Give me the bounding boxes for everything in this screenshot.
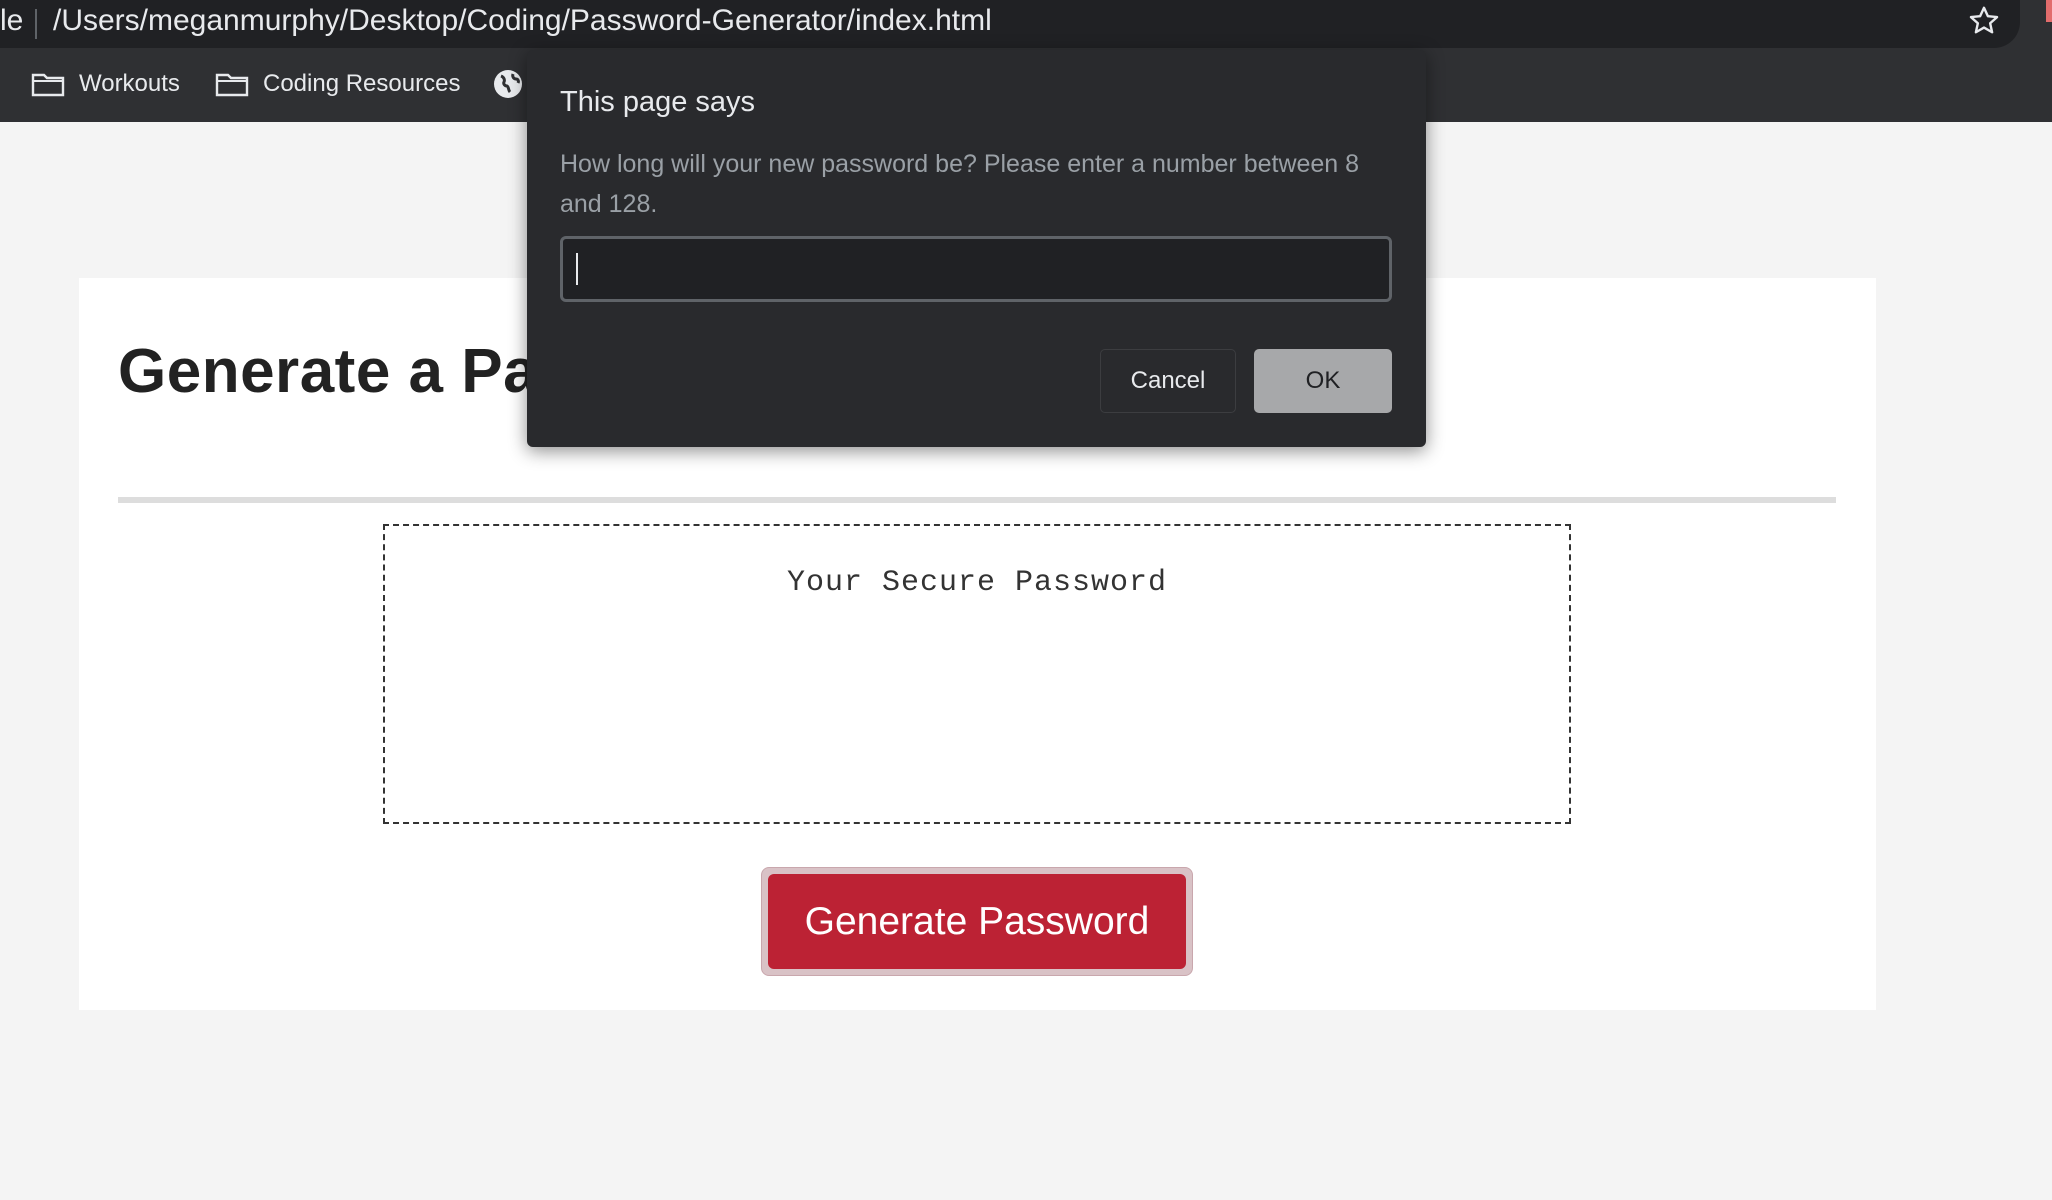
password-placeholder: Your Secure Password [786,566,1168,600]
url-scheme-fragment: le [0,4,24,37]
password-textarea[interactable]: Your Secure Password [383,524,1571,824]
dialog-title: This page says [560,86,756,118]
folder-icon [31,73,65,97]
ok-button[interactable]: OK [1254,349,1392,413]
divider [118,497,1836,503]
generate-password-button[interactable]: Generate Password [768,874,1186,969]
window-edge-indicator [2046,0,2052,22]
password-length-input[interactable] [560,236,1392,302]
prompt-dialog: This page says How long will your new pa… [527,50,1426,447]
bookmark-label: Coding Resources [263,70,461,97]
url-text[interactable]: /Users/meganmurphy/Desktop/Coding/Passwo… [53,4,992,38]
bookmark-coding-resources[interactable]: Coding Resources [215,64,460,104]
star-icon[interactable] [1966,3,2002,39]
bookmark-label: Workouts [79,70,180,97]
cancel-button[interactable]: Cancel [1100,349,1236,413]
folder-icon [215,73,249,97]
globe-icon[interactable] [492,68,524,100]
dialog-message: How long will your new password be? Plea… [560,150,1360,218]
bookmark-workouts[interactable]: Workouts [31,64,180,104]
page-title: Generate a Pas [118,337,574,406]
url-separator [35,9,37,39]
text-caret [576,253,578,285]
